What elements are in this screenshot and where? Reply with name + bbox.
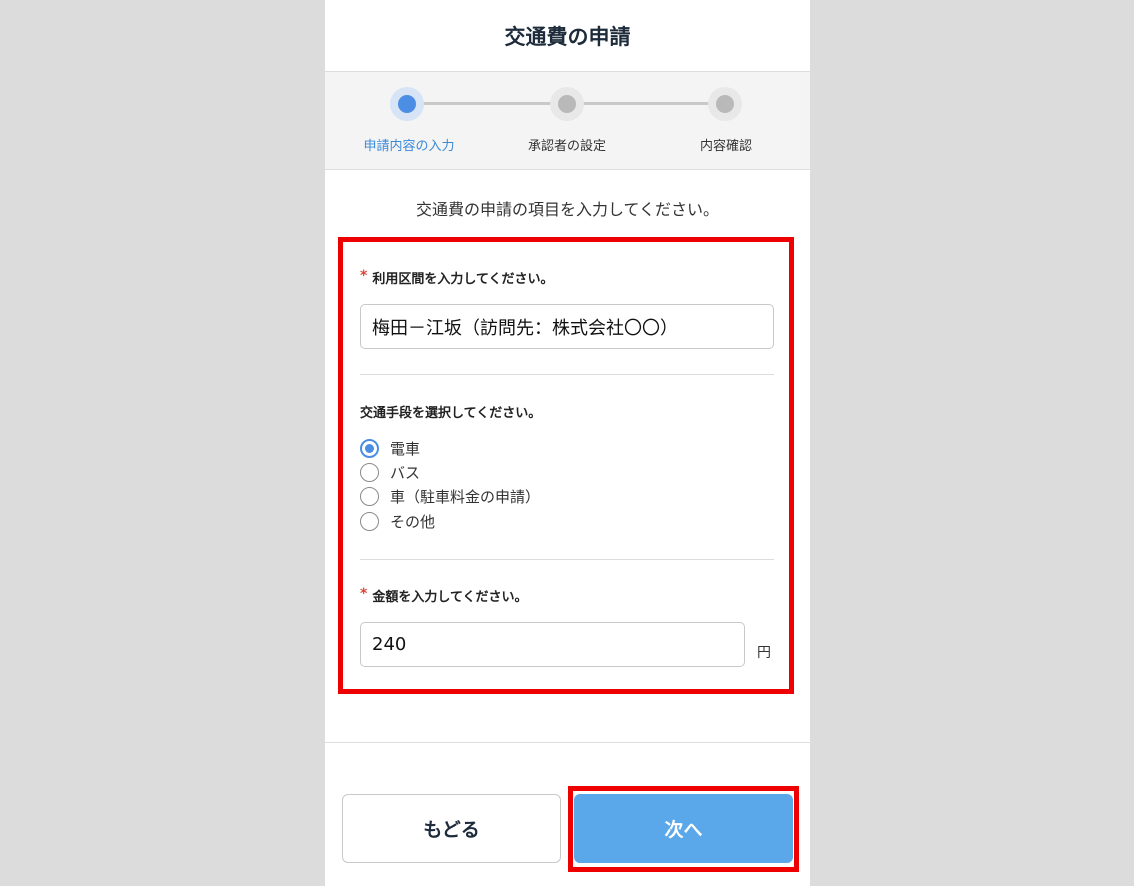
divider (360, 374, 774, 375)
required-mark: * (360, 586, 368, 602)
form-instructions: 交通費の申請の項目を入力してください。 (415, 200, 720, 219)
currency-unit: 円 (757, 645, 771, 661)
radio-option-car[interactable]: 車（駐車料金の申請） (360, 486, 540, 507)
step-2-label: 承認者の設定 (527, 139, 606, 154)
step-1-indicator (390, 87, 424, 121)
divider (360, 559, 774, 560)
step-3-indicator (708, 87, 742, 121)
radio-label: その他 (390, 513, 436, 531)
required-mark: * (360, 268, 368, 284)
back-button[interactable]: もどる (342, 794, 561, 863)
step-2-indicator (550, 87, 584, 121)
radio-button[interactable] (360, 512, 379, 531)
footer-divider (325, 742, 810, 743)
step-3-label: 内容確認 (699, 139, 752, 154)
page-title: 交通費の申請 (504, 24, 631, 49)
radio-option-other[interactable]: その他 (360, 511, 435, 532)
step-1-label: 申請内容の入力 (363, 139, 455, 154)
radio-label: 車（駐車料金の申請） (390, 488, 541, 506)
radio-button[interactable] (360, 463, 379, 482)
route-input[interactable]: 梅田－江坂（訪問先：株式会社〇〇） (360, 304, 774, 349)
next-button[interactable]: 次へ (574, 794, 793, 863)
route-label-text: 利用区間を入力してください。 (372, 272, 554, 287)
route-label: * 利用区間を入力してください。 (360, 268, 554, 287)
radio-label: バス (390, 464, 421, 482)
radio-label: 電車 (390, 440, 421, 458)
radio-option-bus[interactable]: バス (360, 462, 420, 483)
form-panel: 交通費の申請 申請内容の入力 承認者の設定 内容確認 交通費の申請の項目を入力し… (325, 0, 810, 886)
amount-label: * 金額を入力してください。 (360, 586, 528, 605)
radio-button[interactable] (360, 487, 379, 506)
title-bar: 交通費の申請 (325, 0, 810, 72)
step-connector-2 (581, 102, 713, 105)
amount-input[interactable]: 240 (360, 622, 745, 667)
radio-option-train[interactable]: 電車 (360, 438, 420, 459)
step-connector-1 (421, 102, 553, 105)
transport-label: 交通手段を選択してください。 (360, 406, 542, 421)
radio-button-checked[interactable] (360, 439, 379, 458)
amount-label-text: 金額を入力してください。 (372, 590, 528, 605)
